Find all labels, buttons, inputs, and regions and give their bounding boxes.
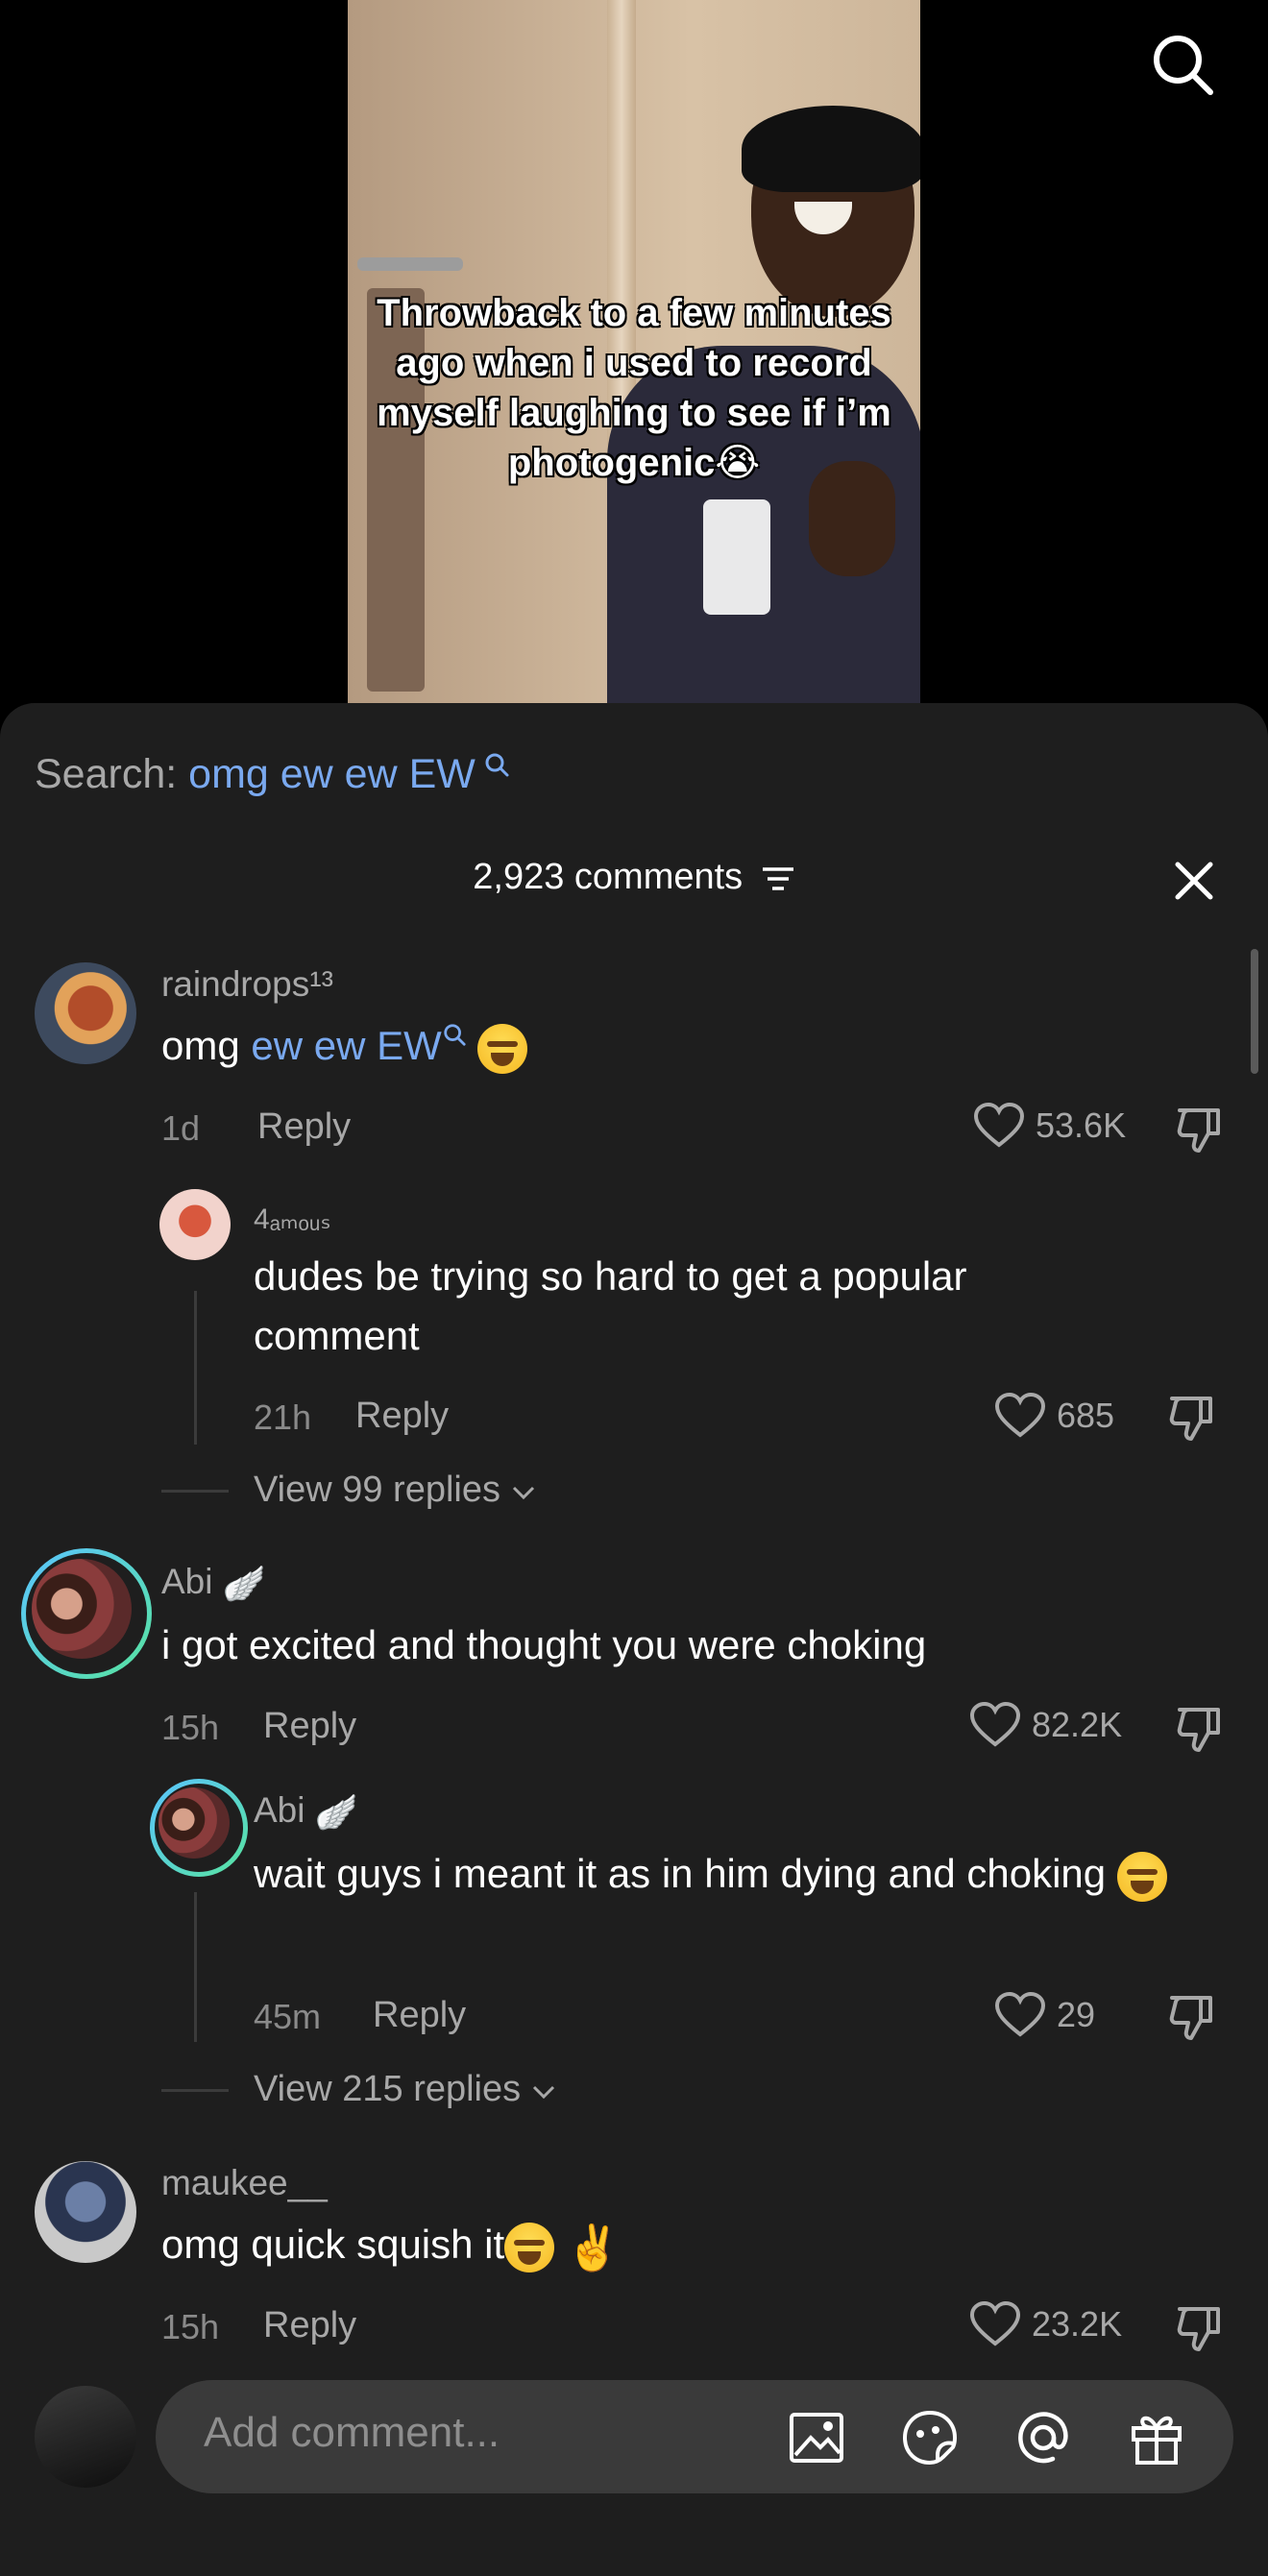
heart-icon bbox=[970, 2301, 1020, 2346]
sticker-icon[interactable] bbox=[901, 2409, 959, 2467]
view-replies-button[interactable]: View 99 replies bbox=[254, 1470, 536, 1511]
crying-emoji-icon bbox=[504, 2222, 555, 2272]
reply-button[interactable]: Reply bbox=[263, 2305, 356, 2346]
like-button[interactable]: 685 bbox=[995, 1393, 1114, 1439]
comment-count: 2,923 comments bbox=[473, 857, 744, 897]
scrollbar[interactable] bbox=[1251, 949, 1258, 1074]
comment-username[interactable]: Abi 🪽 bbox=[161, 1562, 266, 1604]
like-count: 23.2K bbox=[1032, 2304, 1123, 2344]
video-player[interactable]: Throwback to a few minutes ago when i us… bbox=[0, 0, 1268, 711]
view-replies-label: View 215 replies bbox=[254, 2069, 522, 2109]
view-replies-label: View 99 replies bbox=[254, 1470, 501, 1510]
comment-text: i got excited and thought you were choki… bbox=[161, 1622, 927, 1667]
comment-username[interactable]: raindrops¹³ bbox=[161, 964, 333, 1005]
comment-text-body: wait guys i meant it as in him dying and… bbox=[254, 1851, 1107, 1896]
like-count: 82.2K bbox=[1032, 1705, 1123, 1744]
like-count: 53.6K bbox=[1036, 1106, 1127, 1145]
add-comment-placeholder: Add comment... bbox=[204, 2409, 500, 2456]
comment-username-text: Abi bbox=[254, 1790, 305, 1830]
close-icon[interactable] bbox=[1170, 857, 1218, 905]
crying-emoji-icon bbox=[477, 1023, 528, 1074]
thumbs-down-icon[interactable] bbox=[1166, 1393, 1216, 1443]
comment-username[interactable]: Abi 🪽 bbox=[254, 1790, 358, 1833]
thumbs-down-icon[interactable] bbox=[1174, 1105, 1224, 1154]
comment-time: 15h bbox=[161, 2307, 220, 2346]
reply-button[interactable]: Reply bbox=[257, 1106, 351, 1148]
comment-text: dudes be trying so hard to get a popular… bbox=[254, 1253, 967, 1358]
comment-time: 15h bbox=[161, 1708, 220, 1747]
reply-button[interactable]: Reply bbox=[263, 1706, 356, 1747]
view-replies-line bbox=[161, 2089, 229, 2092]
wing-emoji-icon: 🪽 bbox=[314, 1792, 358, 1833]
reply-button[interactable]: Reply bbox=[355, 1396, 449, 1437]
video-person-hair bbox=[742, 106, 920, 192]
comment-username[interactable]: maukee__ bbox=[161, 2163, 328, 2203]
heart-icon bbox=[974, 1103, 1024, 1148]
view-replies-button[interactable]: View 215 replies bbox=[254, 2069, 556, 2110]
search-highlight-link[interactable]: ew ew EW bbox=[251, 1023, 441, 1068]
like-button[interactable]: 82.2K bbox=[970, 1702, 1122, 1748]
search-small-icon bbox=[485, 753, 509, 777]
comment-text-body: omg quick squish it bbox=[161, 2222, 505, 2267]
chevron-down-icon bbox=[532, 2085, 554, 2100]
comment-time: 45m bbox=[254, 1997, 322, 2036]
video-caption: Throwback to a few minutes ago when i us… bbox=[377, 292, 891, 484]
comment-time: 1d bbox=[161, 1108, 201, 1148]
thread-line bbox=[194, 1291, 197, 1445]
search-small-icon bbox=[444, 1024, 466, 1046]
chevron-down-icon bbox=[512, 1486, 534, 1500]
comment-text: omg quick squish it ✌️ bbox=[161, 2215, 621, 2277]
current-user-avatar[interactable] bbox=[35, 2386, 136, 2488]
search-icon[interactable] bbox=[1149, 31, 1216, 98]
heart-icon bbox=[995, 1393, 1045, 1438]
like-count: 29 bbox=[1057, 1995, 1096, 2034]
search-suggestion-label: Search: bbox=[35, 751, 178, 797]
avatar[interactable] bbox=[35, 2161, 136, 2263]
avatar-photo bbox=[158, 1787, 230, 1859]
reply-button[interactable]: Reply bbox=[373, 1995, 466, 2036]
like-button[interactable]: 29 bbox=[995, 1992, 1095, 2038]
thumbs-down-icon[interactable] bbox=[1174, 1704, 1224, 1754]
avatar[interactable] bbox=[159, 1189, 231, 1260]
video-shirt-logo bbox=[703, 499, 770, 615]
thumbs-down-icon[interactable] bbox=[1166, 1992, 1216, 2042]
avatar[interactable] bbox=[150, 1779, 248, 1877]
like-button[interactable]: 53.6K bbox=[974, 1103, 1126, 1149]
comment-text: omg ew ew EW bbox=[161, 1016, 528, 1076]
search-suggestion-query[interactable]: omg ew ew EW bbox=[188, 751, 476, 797]
wing-emoji-icon: 🪽 bbox=[222, 1564, 266, 1604]
comments-header: 2,923 comments bbox=[0, 857, 1268, 898]
avatar[interactable] bbox=[35, 962, 136, 1064]
comment-username[interactable]: 4ₐₘₒᵤₛ bbox=[254, 1203, 331, 1236]
comment-username-text: Abi bbox=[161, 1562, 213, 1601]
heart-icon bbox=[995, 1992, 1045, 2037]
comment-text: wait guys i meant it as in him dying and… bbox=[254, 1844, 1233, 1904]
at-icon[interactable] bbox=[1014, 2409, 1072, 2467]
gift-icon[interactable] bbox=[1128, 2409, 1185, 2467]
crying-emoji-icon bbox=[1116, 1851, 1167, 1902]
heart-icon bbox=[970, 1702, 1020, 1747]
peace-hand-emoji-icon: ✌️ bbox=[565, 2222, 622, 2272]
like-count: 685 bbox=[1057, 1396, 1115, 1435]
comment-time: 21h bbox=[254, 1397, 312, 1437]
add-comment-input[interactable]: Add comment... bbox=[156, 2380, 1233, 2493]
avatar[interactable] bbox=[21, 1548, 152, 1679]
thumbs-down-icon[interactable] bbox=[1174, 2303, 1224, 2353]
video-background-towel-bar bbox=[357, 257, 463, 271]
avatar-photo bbox=[32, 1559, 132, 1659]
comment-text-prefix: omg bbox=[161, 1023, 252, 1068]
image-icon[interactable] bbox=[788, 2409, 845, 2467]
filter-lines-icon[interactable] bbox=[761, 864, 795, 893]
thread-line bbox=[194, 1892, 197, 2042]
search-suggestion[interactable]: Search: omg ew ew EW bbox=[35, 751, 510, 798]
like-button[interactable]: 23.2K bbox=[970, 2301, 1122, 2347]
view-replies-line bbox=[161, 1490, 229, 1493]
